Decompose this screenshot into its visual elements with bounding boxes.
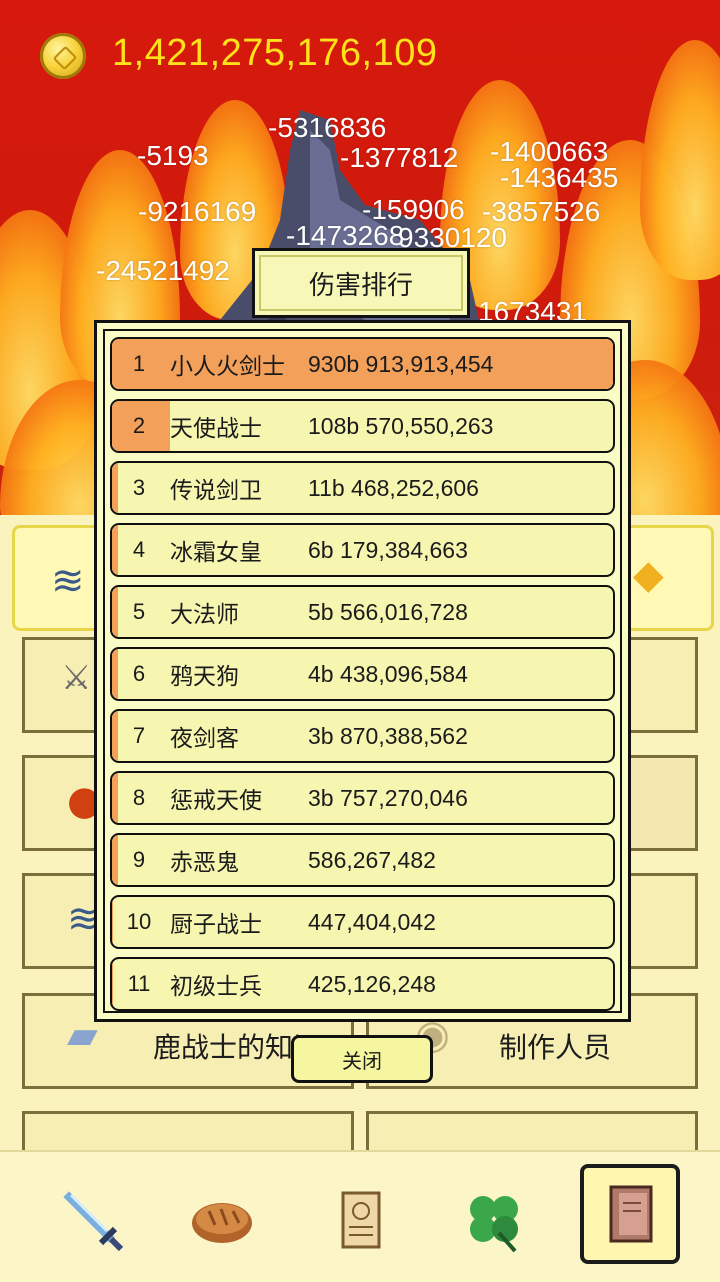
clover-icon	[459, 1185, 529, 1255]
hero-name: 大法师	[170, 587, 239, 637]
rank-number: 1	[112, 339, 166, 389]
ranking-row[interactable]: 9赤恶鬼 586,267,482	[110, 833, 615, 887]
damage-value: 3b 757,270,046	[308, 773, 468, 823]
damage-number: -24521492	[96, 255, 230, 287]
rank-number: 6	[112, 649, 166, 699]
ranking-row[interactable]: 2天使战士 108b 570,550,263	[110, 399, 615, 453]
damage-value: 425,126,248	[308, 959, 436, 1009]
hero-name: 惩戒天使	[170, 773, 262, 823]
close-label: 关闭	[342, 1045, 382, 1074]
rank-number: 7	[112, 711, 166, 761]
damage-value: 6b 179,384,663	[308, 525, 468, 575]
close-button[interactable]: 关闭	[291, 1035, 433, 1083]
hero-name: 冰霜女皇	[170, 525, 262, 575]
dialog-title: 伤害排行	[309, 265, 413, 302]
ranking-row[interactable]: 10厨子战士 447,404,042	[110, 895, 615, 949]
hero-name: 小人火剑士	[170, 339, 285, 389]
hero-name: 传说剑卫	[170, 463, 262, 513]
nav-scroll[interactable]	[312, 1172, 408, 1268]
fish-icon: ≋	[51, 558, 85, 604]
hero-name: 天使战士	[170, 401, 262, 451]
damage-value: 11b 468,252,606	[308, 463, 479, 513]
ranking-row[interactable]: 6鸦天狗 4b 438,096,584	[110, 647, 615, 701]
rank-number: 5	[112, 587, 166, 637]
damage-value: 586,267,482	[308, 835, 436, 885]
bottom-nav	[0, 1150, 720, 1282]
damage-number: -1377812	[340, 142, 458, 174]
rank-number: 9	[112, 835, 166, 885]
damage-value: 447,404,042	[308, 897, 436, 947]
damage-value: 4b 438,096,584	[308, 649, 468, 699]
hero-name: 初级士兵	[170, 959, 262, 1009]
book-icon	[595, 1179, 665, 1249]
ranking-row[interactable]: 1小人火剑士 930b 913,913,454	[110, 337, 615, 391]
rank-number: 8	[112, 773, 166, 823]
sword-icon: ⚔	[61, 658, 91, 698]
rank-number: 11	[112, 959, 166, 1009]
flame	[640, 40, 720, 280]
damage-number: -5316836	[268, 112, 386, 144]
ranking-row[interactable]: 7夜剑客 3b 870,388,562	[110, 709, 615, 763]
dialog-title-tab: 伤害排行	[252, 248, 470, 318]
damage-value: 930b 913,913,454	[308, 339, 493, 389]
damage-value: 108b 570,550,263	[308, 401, 493, 451]
cheese-icon: ◆	[633, 552, 664, 598]
ranking-row[interactable]: 11初级士兵 425,126,248	[110, 957, 615, 1011]
rank-number: 3	[112, 463, 166, 513]
ranking-row[interactable]: 5大法师 5b 566,016,728	[110, 585, 615, 639]
nav-bread[interactable]	[174, 1172, 270, 1268]
hero-name: 鸦天狗	[170, 649, 239, 699]
nav-sword[interactable]	[44, 1172, 140, 1268]
nav-clover[interactable]	[446, 1172, 542, 1268]
gold-amount: 1,421,275,176,109	[112, 32, 437, 75]
ranking-row[interactable]: 8惩戒天使 3b 757,270,046	[110, 771, 615, 825]
rank-number: 2	[112, 401, 166, 451]
damage-value: 5b 566,016,728	[308, 587, 468, 637]
hero-name: 夜剑客	[170, 711, 239, 761]
damage-number: -9216169	[138, 196, 256, 228]
damage-number: -5193	[137, 140, 209, 172]
credits-label: 制作人员	[499, 1026, 611, 1066]
rank-number: 10	[112, 897, 166, 947]
scroll-icon	[325, 1185, 395, 1255]
bread-icon	[187, 1185, 257, 1255]
damage-number: -1436435	[500, 162, 618, 194]
damage-value: 3b 870,388,562	[308, 711, 468, 761]
rank-number: 4	[112, 525, 166, 575]
hero-name: 厨子战士	[170, 897, 262, 947]
ranking-row[interactable]: 3传说剑卫 11b 468,252,606	[110, 461, 615, 515]
nav-book[interactable]	[580, 1164, 680, 1264]
hero-name: 赤恶鬼	[170, 835, 239, 885]
gold-coin-icon	[40, 33, 86, 79]
ranking-row[interactable]: 4冰霜女皇 6b 179,384,663	[110, 523, 615, 577]
sword-icon	[57, 1185, 127, 1255]
